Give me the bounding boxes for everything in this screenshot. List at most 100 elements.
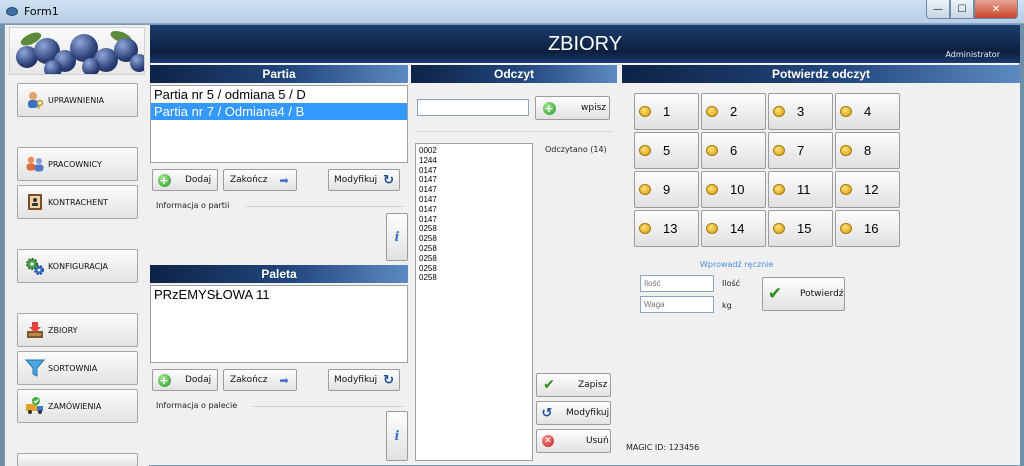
paleta-modify-button[interactable]: Modyfikuj ↻: [328, 369, 400, 391]
maximize-button[interactable]: ☐: [950, 0, 974, 19]
number-button-11[interactable]: 11: [768, 171, 833, 208]
number-button-13[interactable]: 13: [634, 210, 699, 247]
manual-entry-link[interactable]: Wprowadź ręcznie: [700, 260, 773, 269]
partia-finish-label: Zakończ: [230, 175, 268, 185]
reading-item[interactable]: 0147: [419, 185, 529, 195]
nav-uprawnienia-button[interactable]: UPRAWNIENIA: [17, 83, 138, 117]
paleta-finish-button[interactable]: Zakończ ➡: [223, 369, 297, 391]
window-controls: — ☐ ✕: [926, 0, 1018, 20]
plus-icon: +: [157, 173, 171, 187]
sidebar: UPRAWNIENIA PRACOWNICY KONTRACHENT KONFI…: [5, 25, 149, 466]
close-button[interactable]: ✕: [974, 0, 1018, 19]
nav-sortownia-label: SORTOWNIA: [48, 363, 98, 373]
number-button-6[interactable]: 6: [701, 132, 766, 169]
odczyt-modify-button[interactable]: ↺ Modyfikuj: [536, 401, 611, 425]
usun-label: Usuń: [586, 436, 609, 446]
confirm-button[interactable]: ✔ Potwierdź: [762, 277, 845, 311]
number-button-1[interactable]: 1: [634, 93, 699, 130]
paleta-modify-label: Modyfikuj: [334, 375, 378, 385]
partia-modify-button[interactable]: Modyfikuj ↻: [328, 169, 400, 191]
reading-item[interactable]: 0258: [419, 254, 529, 264]
smiley-icon: [706, 106, 718, 117]
reading-item[interactable]: 0147: [419, 215, 529, 225]
number-button-2[interactable]: 2: [701, 93, 766, 130]
client-area: UPRAWNIENIA PRACOWNICY KONTRACHENT KONFI…: [4, 24, 1020, 466]
smiley-icon: [840, 223, 852, 234]
partia-add-button[interactable]: + Dodaj: [152, 169, 218, 191]
reading-item[interactable]: 0147: [419, 205, 529, 215]
paleta-info-label: Informacja o palecie: [156, 401, 238, 410]
arrow-right-icon: ➡: [279, 373, 289, 387]
info-icon: i: [394, 229, 400, 245]
partia-finish-button[interactable]: Zakończ ➡: [223, 169, 297, 191]
nav-kontrachent-button[interactable]: KONTRACHENT: [17, 185, 138, 219]
number-button-14[interactable]: 14: [701, 210, 766, 247]
reading-item[interactable]: 0258: [419, 234, 529, 244]
paleta-panel: Paleta PRzEMYSŁOWA 11 + Dodaj Zakończ ➡ …: [150, 265, 408, 465]
reading-item[interactable]: 0147: [419, 175, 529, 185]
number-button-3[interactable]: 3: [768, 93, 833, 130]
number-button-4[interactable]: 4: [835, 93, 900, 130]
paleta-list-item[interactable]: PRzEMYSŁOWA 11: [151, 286, 407, 303]
paleta-list[interactable]: PRzEMYSŁOWA 11: [150, 285, 408, 363]
number-button-10[interactable]: 10: [701, 171, 766, 208]
wpisz-button[interactable]: + wpisz: [535, 96, 610, 120]
smiley-icon: [639, 223, 651, 234]
number-button-8[interactable]: 8: [835, 132, 900, 169]
nav-pracownicy-button[interactable]: PRACOWNICY: [17, 147, 138, 181]
window-title: Form1: [24, 5, 59, 18]
partia-list[interactable]: Partia nr 5 / odmiana 5 / D Partia nr 7 …: [150, 85, 408, 163]
nav-more-button[interactable]: [17, 453, 138, 466]
number-button-12[interactable]: 12: [835, 171, 900, 208]
quantity-input[interactable]: [640, 275, 714, 292]
nav-zbiory-button[interactable]: ZBIORY: [17, 313, 138, 347]
partia-info-divider: [246, 206, 404, 207]
number-button-5[interactable]: 5: [634, 132, 699, 169]
odczyt-divider: [415, 131, 613, 132]
reading-item[interactable]: 0147: [419, 195, 529, 205]
number-button-16[interactable]: 16: [835, 210, 900, 247]
number-button-9[interactable]: 9: [634, 171, 699, 208]
reading-item[interactable]: 0258: [419, 264, 529, 274]
nav-kontrachent-label: KONTRACHENT: [48, 197, 109, 207]
usun-button[interactable]: ✕ Usuń: [536, 429, 611, 453]
readings-list[interactable]: 0002 1244 0147 0147 0147 0147 0147 0147 …: [415, 143, 533, 461]
nav-konfiguracja-button[interactable]: KONFIGURACJA: [17, 249, 138, 283]
smiley-icon: [706, 223, 718, 234]
number-button-7[interactable]: 7: [768, 132, 833, 169]
nav-sortownia-button[interactable]: SORTOWNIA: [17, 351, 138, 385]
current-user: Administrator: [945, 50, 1000, 59]
magic-id: MAGIC ID: 123456: [626, 443, 700, 452]
page-title: ZBIORY: [547, 33, 623, 55]
reading-item[interactable]: 0147: [419, 166, 529, 176]
info-icon: i: [394, 428, 400, 444]
partia-modify-label: Modyfikuj: [334, 175, 378, 185]
check-icon: ✔: [767, 284, 783, 304]
paleta-info-button[interactable]: i: [386, 411, 408, 461]
user-key-icon: [24, 90, 46, 110]
number-button-15[interactable]: 15: [768, 210, 833, 247]
odczyt-input[interactable]: [417, 99, 529, 116]
nav-zamowienia-button[interactable]: ZAMÓWIENIA: [17, 389, 138, 423]
paleta-info-divider: [252, 406, 404, 407]
reading-item[interactable]: 1244: [419, 156, 529, 166]
partia-header: Partia: [150, 65, 408, 83]
reading-item[interactable]: 0258: [419, 244, 529, 254]
reading-item[interactable]: 0002: [419, 146, 529, 156]
truck-check-icon: [24, 396, 46, 416]
reading-item[interactable]: 0258: [419, 273, 529, 283]
partia-list-item-selected[interactable]: Partia nr 7 / Odmiana4 / B: [151, 103, 407, 120]
partia-list-item[interactable]: Partia nr 5 / odmiana 5 / D: [151, 86, 407, 103]
paleta-add-button[interactable]: + Dodaj: [152, 369, 218, 391]
weight-input[interactable]: [640, 296, 714, 313]
nav-uprawnienia-label: UPRAWNIENIA: [48, 95, 105, 105]
smiley-icon: [706, 145, 718, 156]
minimize-button[interactable]: —: [926, 0, 950, 19]
refresh-icon: ↺: [541, 405, 553, 421]
zapisz-button[interactable]: ✔ Zapisz: [536, 373, 611, 397]
inbox-download-icon: [24, 320, 46, 340]
partia-add-label: Dodaj: [185, 175, 212, 185]
partia-info-button[interactable]: i: [386, 213, 408, 261]
reading-item[interactable]: 0258: [419, 224, 529, 234]
title-bar: Form1 — ☐ ✕: [0, 0, 1024, 24]
